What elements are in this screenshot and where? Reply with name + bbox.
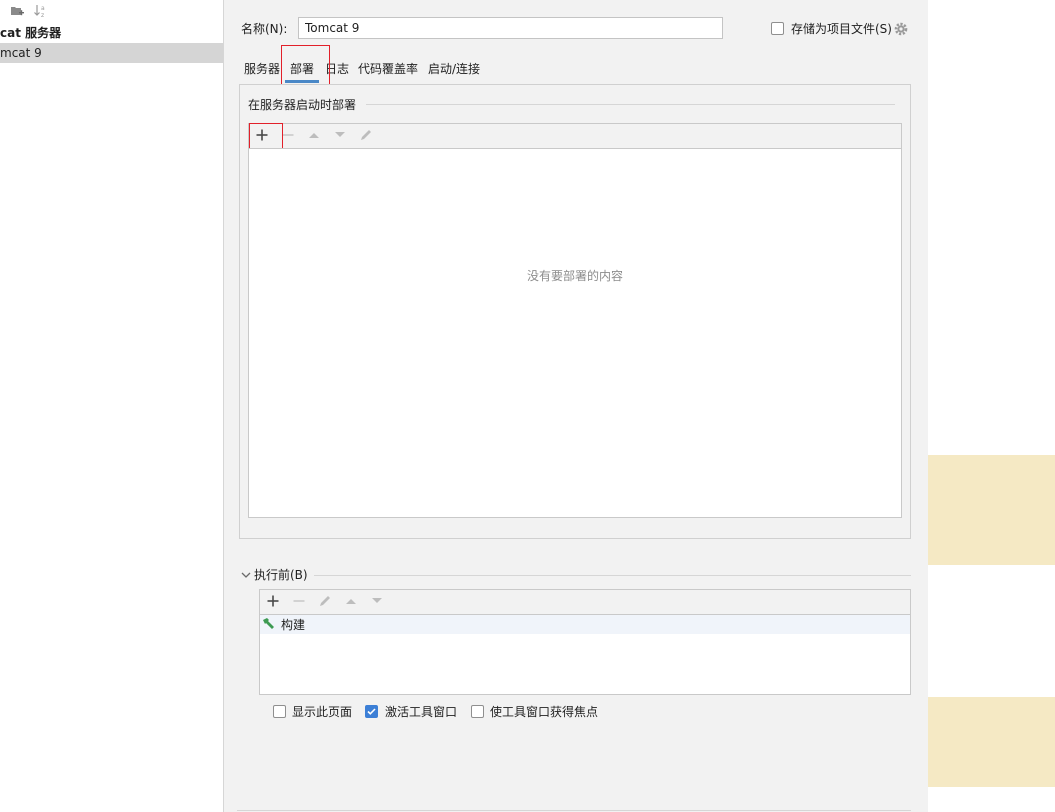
activate-tool-window-checkbox[interactable] xyxy=(365,705,378,718)
run-config-tree-panel xyxy=(0,0,224,812)
deploy-section-title: 在服务器启动时部署 xyxy=(248,98,357,112)
show-page-checkbox[interactable] xyxy=(273,705,286,718)
tree-item-tomcat-9[interactable]: mcat 9 xyxy=(0,43,223,63)
tree-item-label: cat 服务器 xyxy=(0,26,62,40)
name-label: 名称(N): xyxy=(241,22,288,36)
edit-icon[interactable] xyxy=(357,126,375,144)
highlight-band xyxy=(928,697,1055,787)
focus-tool-window-label: 使工具窗口获得焦点 xyxy=(490,705,599,719)
activate-tool-window-label: 激活工具窗口 xyxy=(385,705,458,719)
add-icon[interactable] xyxy=(264,592,282,610)
tree-item-label: mcat 9 xyxy=(0,46,42,60)
edit-icon[interactable] xyxy=(316,592,334,610)
before-launch-title[interactable]: 执行前(B) xyxy=(254,567,308,583)
tab-startup-connection[interactable]: 启动/连接 xyxy=(428,59,480,79)
gear-icon[interactable] xyxy=(893,21,909,37)
section-divider xyxy=(366,104,895,105)
remove-icon[interactable] xyxy=(290,592,308,610)
svg-text:z: z xyxy=(41,12,44,19)
move-down-icon[interactable] xyxy=(331,126,349,144)
build-task-label: 构建 xyxy=(281,618,306,632)
chevron-down-icon[interactable] xyxy=(240,569,252,581)
deploy-toolbar xyxy=(248,123,902,148)
show-page-label: 显示此页面 xyxy=(292,705,353,719)
name-input[interactable] xyxy=(298,17,723,39)
svg-text:a: a xyxy=(41,5,45,12)
tree-item-tomcat-server-group[interactable]: cat 服务器 xyxy=(0,23,223,43)
store-as-project-label: 存储为项目文件(S) xyxy=(791,22,892,36)
background-window-area xyxy=(928,0,1055,812)
store-as-project-checkbox[interactable] xyxy=(771,22,784,35)
highlight-band xyxy=(928,455,1055,565)
move-up-icon[interactable] xyxy=(342,592,360,610)
list-item[interactable] xyxy=(260,615,910,634)
move-down-icon[interactable] xyxy=(368,592,386,610)
section-divider xyxy=(237,810,911,811)
tab-server[interactable]: 服务器 xyxy=(244,59,280,79)
folder-add-icon[interactable] xyxy=(8,2,26,20)
tree-toolbar: az xyxy=(0,0,223,22)
focus-tool-window-checkbox[interactable] xyxy=(471,705,484,718)
sort-alphabetically-icon[interactable]: az xyxy=(32,2,50,20)
before-launch-toolbar xyxy=(259,589,911,614)
deployment-list[interactable] xyxy=(248,148,902,518)
hammer-icon xyxy=(262,617,276,631)
section-divider xyxy=(314,575,911,576)
tab-code-coverage[interactable]: 代码覆盖率 xyxy=(358,59,418,79)
move-up-icon[interactable] xyxy=(305,126,323,144)
empty-list-message: 没有要部署的内容 xyxy=(526,269,623,283)
